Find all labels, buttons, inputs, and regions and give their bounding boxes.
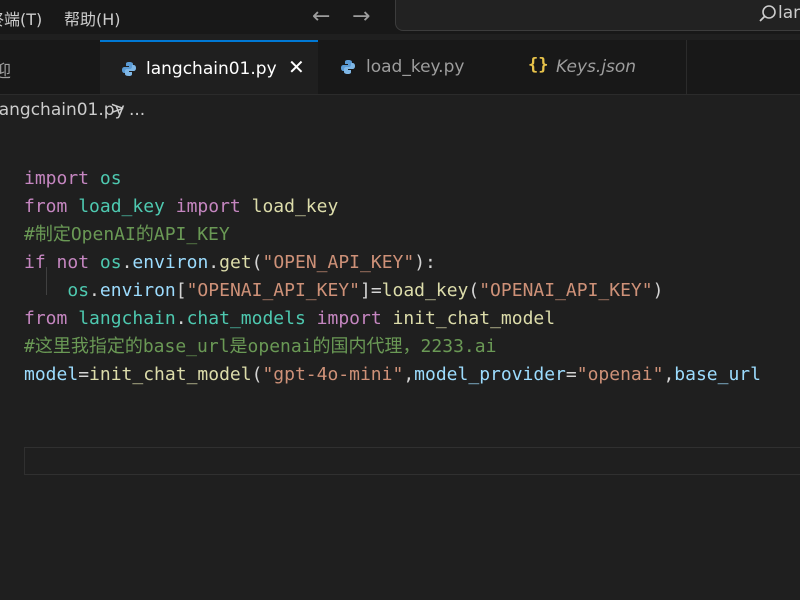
- back-arrow-icon[interactable]: ←: [312, 4, 330, 29]
- string-literal: "openai": [576, 364, 664, 385]
- menu-item-terminal[interactable]: 终端(T): [0, 6, 42, 30]
- argument-name: model_provider: [414, 364, 566, 385]
- breadcrumb-file[interactable]: langchain01.py: [0, 100, 125, 120]
- comment: #制定OpenAI的API_KEY: [24, 224, 230, 245]
- command-center-search[interactable]: lan: [395, 0, 800, 31]
- code-line-5[interactable]: os.environ["OPENAI_API_KEY"]=load_key("O…: [24, 277, 663, 305]
- search-icon: [758, 4, 778, 28]
- keyword: from: [24, 308, 68, 329]
- keyword: not: [56, 252, 90, 273]
- code-editor[interactable]: import os from load_key import load_key …: [0, 130, 800, 600]
- search-text: lan: [778, 3, 800, 23]
- tab-welcome[interactable]: 迎: [0, 40, 101, 94]
- operator: =: [78, 364, 90, 385]
- string-literal: "gpt-4o-mini": [262, 364, 404, 385]
- module-name: os: [99, 168, 122, 189]
- string-literal: "OPENAI_API_KEY": [479, 280, 653, 301]
- keyword: if: [24, 252, 46, 273]
- operator: ]: [359, 280, 371, 301]
- operator: (: [251, 364, 263, 385]
- operator: ): [652, 280, 664, 301]
- keyword: import: [24, 168, 90, 189]
- module-name: chat_models: [186, 308, 306, 329]
- operator: =: [565, 364, 577, 385]
- imported-name: init_chat_model: [392, 308, 556, 329]
- tab-label: Keys.json: [556, 57, 637, 77]
- python-icon: [340, 59, 356, 79]
- function-name: init_chat_model: [89, 364, 252, 385]
- operator: (: [468, 280, 480, 301]
- breadcrumb-more[interactable]: ...: [129, 100, 145, 120]
- tab-label: 迎: [0, 62, 11, 82]
- close-icon[interactable]: ✕: [288, 55, 305, 79]
- variable: model: [24, 364, 79, 385]
- tab-label: langchain01.py: [146, 59, 277, 79]
- imported-name: load_key: [251, 196, 339, 217]
- tab-keys-json[interactable]: {} Keys.json: [508, 40, 687, 94]
- code-line-3[interactable]: #制定OpenAI的API_KEY: [24, 221, 230, 249]
- operator: ):: [414, 252, 436, 273]
- json-icon: {}: [528, 55, 549, 75]
- function-name: load_key: [381, 280, 469, 301]
- tab-label: load_key.py: [366, 57, 465, 77]
- attribute: environ: [99, 280, 176, 301]
- keyword: import: [316, 308, 382, 329]
- current-line-highlight: [24, 447, 800, 475]
- operator: .: [208, 252, 220, 273]
- operator: [: [175, 280, 187, 301]
- operator: .: [89, 280, 100, 301]
- module-name: os: [99, 252, 122, 273]
- keyword: from: [24, 196, 68, 217]
- chevron-right-icon: >: [110, 98, 126, 119]
- code-line-6[interactable]: from langchain.chat_models import init_c…: [24, 305, 555, 333]
- forward-arrow-icon[interactable]: →: [352, 4, 370, 29]
- module-name: load_key: [78, 196, 165, 217]
- operator: ,: [403, 364, 415, 385]
- argument-name: base_url: [674, 364, 761, 385]
- code-line-1[interactable]: import os: [24, 165, 122, 193]
- operator: .: [175, 308, 187, 329]
- operator: (: [251, 252, 263, 273]
- string-literal: "OPEN_API_KEY": [262, 252, 415, 273]
- tab-langchain01-py[interactable]: langchain01.py ✕: [100, 40, 319, 94]
- function-name: get: [219, 252, 252, 273]
- code-line-7[interactable]: #这里我指定的base_url是openai的国内代理，2233.ai: [24, 333, 496, 361]
- title-bar: 终端(T) 帮助(H) ← → lan: [0, 0, 800, 34]
- module-name: os: [67, 280, 90, 301]
- string-literal: "OPENAI_API_KEY": [186, 280, 360, 301]
- tab-load-key-py[interactable]: load_key.py: [318, 40, 509, 94]
- editor-tab-bar: 迎 langchain01.py ✕ load_key.py {} Keys.j…: [0, 40, 800, 95]
- attribute: environ: [132, 252, 209, 273]
- python-icon: [121, 61, 137, 81]
- code-line-8[interactable]: model=init_chat_model("gpt-4o-mini",mode…: [24, 361, 761, 389]
- menu-item-help[interactable]: 帮助(H): [64, 6, 121, 30]
- code-line-4[interactable]: if not os.environ.get("OPEN_API_KEY"):: [24, 249, 436, 277]
- code-line-2[interactable]: from load_key import load_key: [24, 193, 338, 221]
- comment: #这里我指定的base_url是openai的国内代理，2233.ai: [24, 336, 497, 357]
- operator: ,: [663, 364, 675, 385]
- keyword: import: [175, 196, 241, 217]
- operator: .: [121, 252, 133, 273]
- module-name: langchain: [78, 308, 176, 329]
- operator: =: [370, 280, 382, 301]
- breadcrumb: langchain01.py > ...: [0, 96, 800, 126]
